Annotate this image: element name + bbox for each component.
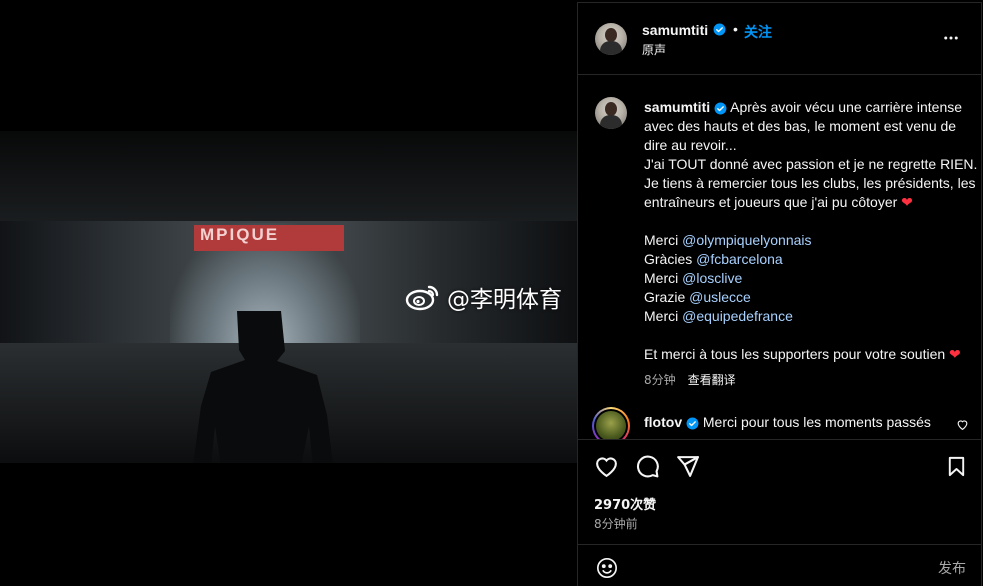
weibo-watermark: @李明体育 (405, 280, 562, 314)
heart-emoji: ❤ (901, 194, 913, 210)
caption-line: dire au revoir... (644, 137, 737, 153)
verified-badge-icon (714, 102, 727, 115)
comment-username[interactable]: flotov (644, 414, 682, 430)
more-horizontal-icon[interactable] (942, 29, 960, 47)
likes-count[interactable]: 2970次赞 (594, 494, 656, 513)
emoji-icon[interactable] (596, 557, 618, 579)
caption-username[interactable]: samumtiti (644, 99, 710, 115)
comment-input[interactable] (630, 555, 920, 579)
mention-link[interactable]: @uslecce (689, 289, 751, 305)
post-timestamp: 8分钟前 (594, 517, 638, 531)
heart-emoji: ❤ (949, 346, 961, 362)
stadium-banner: MPIQUE (194, 225, 344, 251)
heart-outline-icon[interactable] (956, 418, 969, 431)
comment-bubble-icon[interactable] (635, 454, 660, 479)
media-viewer: MPIQUE @李明体育 (0, 0, 577, 586)
post-side-panel: samumtiti • 关注 原声 samumtiti Après avoir … (577, 2, 982, 586)
bookmark-icon[interactable] (945, 454, 968, 479)
verified-badge-icon (713, 23, 726, 36)
comments-list[interactable]: samumtiti Après avoir vécu une carrière … (578, 75, 982, 439)
mention-link[interactable]: @olympiquelyonnais (682, 232, 811, 248)
comment-item: flotov Merci pour tous les moments passé… (644, 413, 954, 432)
author-avatar[interactable] (595, 23, 627, 55)
audio-label[interactable]: 原声 (642, 41, 666, 58)
commenter-avatar[interactable] (592, 407, 630, 439)
translate-link[interactable]: 查看翻译 (688, 373, 736, 387)
thanks-word: Merci (644, 270, 679, 286)
caption-line: Je tiens à remercier tous les clubs, les… (644, 175, 976, 191)
comment-composer: 发布 (578, 544, 982, 586)
caption-time: 8分钟 (644, 373, 676, 387)
caption-line: avec des hauts et des bas, le moment est… (644, 118, 957, 134)
caption-meta: 8分钟 查看翻译 (644, 371, 736, 388)
mention-link[interactable]: @losclive (682, 270, 742, 286)
thanks-word: Merci (644, 308, 679, 324)
caption-closing: Et merci à tous les supporters pour votr… (644, 346, 946, 362)
verified-badge-icon (686, 417, 699, 430)
thanks-word: Merci (644, 232, 679, 248)
weibo-logo-icon (405, 285, 439, 311)
follow-button[interactable]: 关注 (744, 22, 772, 42)
mention-link[interactable]: @equipedefrance (682, 308, 793, 324)
post-caption: samumtiti Après avoir vécu une carrière … (644, 98, 978, 364)
caption-line: Après avoir vécu une carrière intense (730, 99, 963, 115)
watermark-text: @李明体育 (447, 287, 562, 313)
post-actions: 2970次赞 8分钟前 发布 (578, 439, 982, 586)
author-username[interactable]: samumtiti (642, 22, 708, 38)
post-comment-button[interactable]: 发布 (938, 558, 966, 578)
player-silhouette (193, 311, 333, 463)
thanks-word: Gràcies (644, 251, 693, 267)
separator-dot: • (733, 21, 738, 37)
caption-author-avatar[interactable] (595, 97, 627, 129)
like-heart-icon[interactable] (594, 454, 619, 479)
thanks-word: Grazie (644, 289, 686, 305)
post-header: samumtiti • 关注 原声 (578, 3, 981, 75)
caption-line: J'ai TOUT donné avec passion et je ne re… (644, 156, 978, 172)
comment-text: Merci pour tous les moments passés (702, 414, 931, 430)
tunnel-ceiling (0, 131, 577, 221)
share-send-icon[interactable] (675, 454, 700, 479)
caption-line: entraîneurs et joueurs que j'ai pu côtoy… (644, 194, 898, 210)
mention-link[interactable]: @fcbarcelona (696, 251, 783, 267)
